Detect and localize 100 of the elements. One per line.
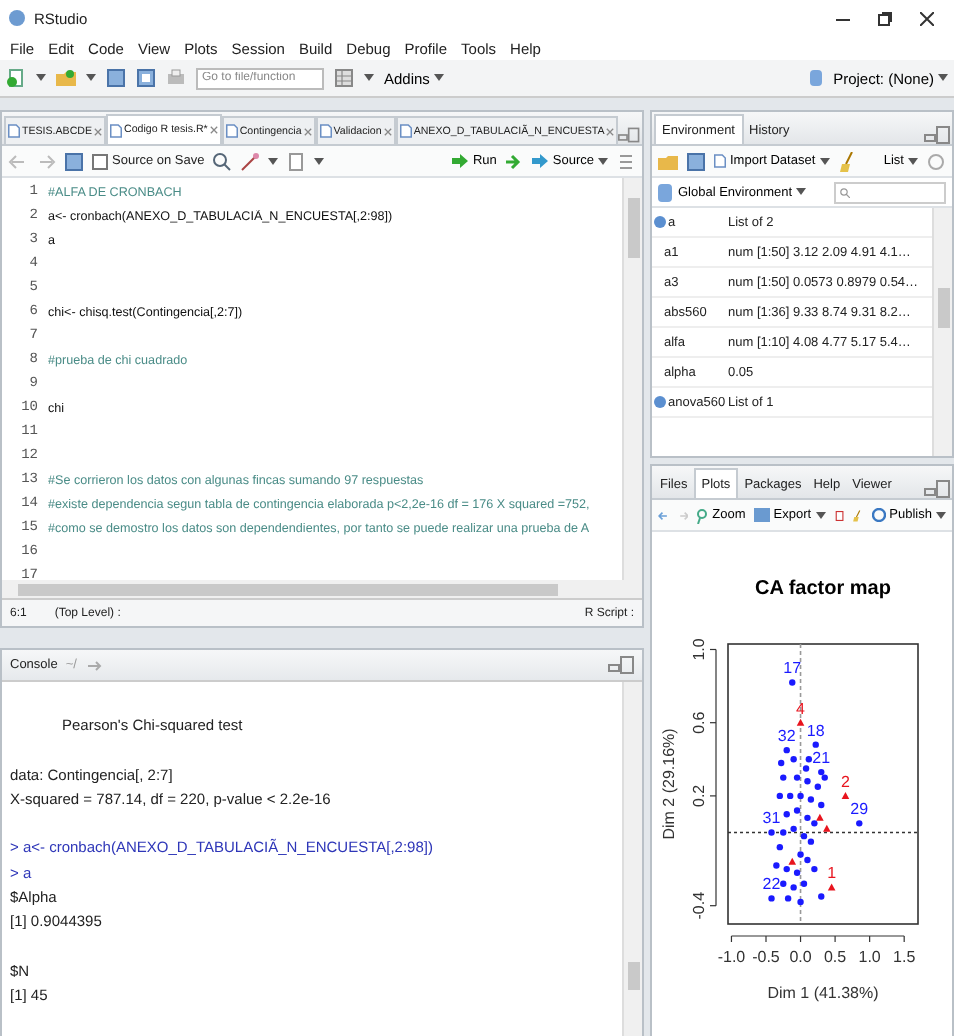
save-icon[interactable]: [686, 151, 706, 171]
data-point: [783, 811, 790, 818]
environment-icon: [658, 183, 672, 201]
pane-size-icon[interactable]: [924, 126, 950, 144]
caret-icon: [598, 157, 608, 165]
wand-icon[interactable]: [240, 151, 261, 171]
forward-icon[interactable]: [36, 151, 56, 171]
point-label: 29: [850, 800, 869, 819]
point-label: 18: [806, 721, 825, 740]
outline-icon[interactable]: [616, 151, 636, 171]
open-folder-icon[interactable]: [56, 68, 76, 88]
tick-label: 1.0: [690, 638, 708, 661]
tick-label: 1.0: [858, 948, 881, 966]
data-point: [804, 778, 811, 785]
data-point: [768, 829, 775, 836]
data-point: [793, 807, 801, 814]
run-arrow-icon: [452, 154, 469, 168]
tick-label: -1.0: [717, 948, 746, 966]
image-icon: [753, 508, 770, 522]
app-logo-icon: [8, 8, 26, 28]
magnifier-icon: [696, 507, 709, 523]
tick-label: -0.4: [690, 891, 708, 920]
caret-icon: [433, 74, 444, 82]
source-arrow-icon: [532, 154, 549, 168]
print-icon[interactable]: [166, 68, 186, 88]
save-all-icon[interactable]: [136, 68, 156, 88]
data-point: [780, 774, 787, 781]
data-point: [793, 869, 801, 876]
data-point: [797, 898, 804, 906]
chart-title: CA factor map: [755, 578, 891, 600]
data-point: [807, 796, 815, 803]
point-label: 31: [762, 809, 781, 828]
filter-field[interactable]: [834, 181, 946, 203]
table-icon: [714, 154, 726, 168]
pane-size-icon[interactable]: [608, 656, 634, 674]
tick-label: 0.5: [823, 948, 847, 966]
point-label: 32: [777, 727, 796, 746]
data-point: [773, 862, 780, 869]
caret-icon: [36, 74, 46, 82]
caret-icon: [268, 157, 279, 165]
save-icon[interactable]: [64, 151, 84, 171]
document-icon[interactable]: [286, 151, 307, 171]
caret-icon: [815, 511, 826, 519]
data-point: [818, 801, 825, 809]
axis-label: Dim 1 (41.38%): [767, 984, 879, 1002]
data-point: [776, 843, 783, 851]
point-label: 4: [796, 699, 805, 718]
re-run-icon[interactable]: [504, 151, 525, 171]
data-point: [789, 679, 796, 686]
caret-icon: [819, 157, 830, 165]
pane-size-icon[interactable]: [924, 480, 950, 498]
project-icon: [807, 68, 824, 88]
data-point: [790, 884, 797, 891]
expand-icon[interactable]: [654, 216, 666, 228]
file-icon: [8, 124, 20, 138]
caret-icon: [908, 157, 918, 165]
data-point: [768, 895, 775, 902]
data-point: [787, 792, 794, 800]
arrow-icon[interactable]: [84, 655, 105, 675]
caret-icon: [364, 74, 374, 82]
data-point: [796, 718, 805, 726]
data-point: [780, 829, 787, 836]
horizontal-scrollbar[interactable]: [2, 580, 642, 598]
data-point: [784, 895, 792, 902]
maximize-icon[interactable]: [878, 11, 892, 25]
new-file-icon[interactable]: [6, 68, 26, 88]
grid-icon[interactable]: [334, 68, 354, 88]
tick-label: 0.6: [690, 711, 708, 734]
point-label: 2: [841, 772, 850, 791]
vertical-scrollbar[interactable]: [932, 208, 952, 456]
tick-label: 0.2: [690, 784, 708, 807]
caret-icon: [936, 511, 946, 519]
remove-plot-icon[interactable]: [833, 505, 845, 525]
point-label: 1: [827, 864, 837, 883]
vertical-scrollbar[interactable]: [622, 178, 642, 580]
search-icon: [840, 187, 850, 197]
back-icon[interactable]: [8, 151, 28, 171]
tick-label: -0.5: [752, 948, 780, 966]
expand-icon[interactable]: [654, 396, 666, 408]
point-label: 22: [762, 875, 781, 894]
data-point: [797, 792, 804, 800]
data-point: [780, 880, 787, 887]
data-point: [856, 820, 863, 827]
search-icon[interactable]: [212, 151, 233, 171]
pane-size-icon[interactable]: [618, 126, 640, 144]
broom-icon[interactable]: [837, 151, 858, 171]
load-icon[interactable]: [658, 151, 678, 171]
caret-icon: [314, 157, 325, 165]
close-icon[interactable]: [920, 11, 934, 25]
caret-icon: [86, 74, 96, 82]
caret-icon: [938, 74, 948, 82]
data-point: [823, 824, 831, 832]
data-point: [778, 759, 785, 767]
save-icon[interactable]: [106, 68, 126, 88]
tick-label: 1.5: [893, 948, 916, 966]
vertical-scrollbar[interactable]: [622, 682, 642, 1036]
point-label: 17: [783, 659, 802, 678]
tick-label: 0.0: [789, 948, 812, 966]
broom-icon[interactable]: [852, 505, 864, 525]
refresh-icon[interactable]: [926, 151, 946, 171]
